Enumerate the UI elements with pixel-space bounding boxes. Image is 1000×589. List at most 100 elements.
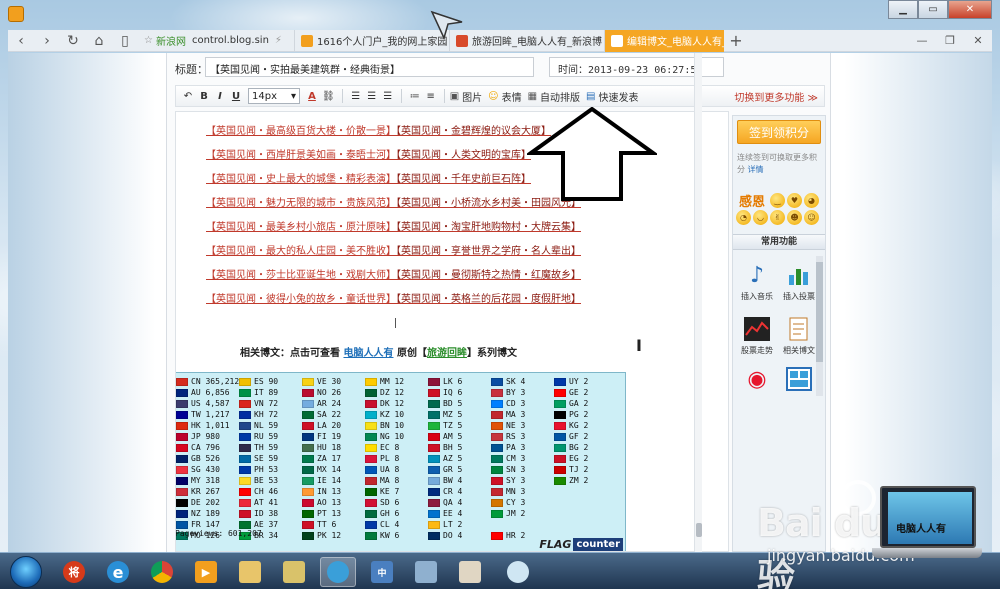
refresh-button[interactable]: ↻ bbox=[60, 30, 86, 52]
related-link-line[interactable]: 【英国见闻・莎士比亚诞生地・戏剧大师】【英国见闻・曼彻斯特之热情・红魔故乡】 bbox=[206, 266, 581, 281]
related-link[interactable]: 【英国见闻・人类文明的宝库】 bbox=[396, 150, 531, 161]
insert-vote-tool[interactable]: 插入投票 bbox=[777, 262, 821, 302]
underline-button[interactable]: U bbox=[228, 87, 244, 105]
related-link-line[interactable]: 【英国见闻・最美乡村小旅店・原汁原味】【英国见闻・淘宝肝地购物村・大牌云集】 bbox=[206, 218, 581, 233]
emoji-icon[interactable]: ☻ bbox=[787, 210, 802, 225]
tab-edit-blog[interactable]: 编辑博文_电脑人人有_新浪博 ✕ bbox=[603, 29, 724, 52]
emoji-icon[interactable]: ☺ bbox=[804, 210, 819, 225]
reader-button[interactable]: ▯ bbox=[112, 30, 138, 52]
ordered-list-icon[interactable]: ≔ bbox=[407, 87, 423, 105]
taskbar-paint-app[interactable] bbox=[452, 557, 488, 587]
bookmark-sina[interactable]: ☆ 新浪网 control.blog.sin ⚡ bbox=[138, 30, 294, 52]
related-posts-tool[interactable]: 相关博文 bbox=[777, 316, 821, 356]
related-link[interactable]: 【英国见闻・享誉世界之学府・名人辈出】 bbox=[396, 246, 581, 257]
related-link[interactable]: 【英国见闻・曼彻斯特之热情・红魔故乡】 bbox=[396, 270, 581, 281]
undo-icon[interactable]: ↶ bbox=[180, 87, 196, 105]
link-icon[interactable]: ⛓ bbox=[320, 87, 337, 105]
bold-button[interactable]: B bbox=[196, 87, 212, 105]
related-link[interactable]: 【英国见闻・史上最大的城堡・精彩表演】 bbox=[206, 174, 396, 185]
country-flag-icon bbox=[176, 454, 188, 463]
taskbar-360-app[interactable]: 将 bbox=[56, 557, 92, 587]
related-link-line[interactable]: 【英国见闻・魅力无限的城市・贵族风范】【英国见闻・小桥流水乡村美・田园风光】 bbox=[206, 194, 581, 209]
emoji-icon[interactable]: ♥ bbox=[787, 193, 802, 208]
related-link[interactable]: 【英国见闻・最高级百货大楼・价散一景】 bbox=[206, 126, 396, 137]
emoji-icon[interactable]: ◡ bbox=[753, 210, 768, 225]
emoji-icon[interactable]: ‿ bbox=[770, 193, 785, 208]
align-center-icon[interactable]: ☰ bbox=[364, 87, 380, 105]
related-link[interactable]: 【英国见闻・彼得小兔的故乡・童话世界】 bbox=[206, 294, 396, 305]
emoji-icon[interactable]: ✌ bbox=[770, 210, 785, 225]
taskbar-ie-app[interactable]: e bbox=[100, 557, 136, 587]
related-link-line[interactable]: 【英国见闻・西岸肝景美如画・泰晤士河】【英国见闻・人类文明的宝库】 bbox=[206, 146, 531, 161]
insert-music-tool[interactable]: ♪ 插入音乐 bbox=[735, 262, 779, 302]
related-link-line[interactable]: 【英国见闻・彼得小兔的故乡・童话世界】【英国见闻・英格兰的后花园・度假肝地】 bbox=[206, 290, 581, 305]
related-link-line[interactable]: 【英国见闻・史上最大的城堡・精彩表演】【英国见闻・千年史前巨石阵】 bbox=[206, 170, 531, 185]
related-link[interactable]: 【英国见闻・最大的私人庄园・美不胜收】 bbox=[206, 246, 396, 257]
emoji-icon[interactable]: ◔ bbox=[736, 210, 751, 225]
stock-trend-tool[interactable]: 股票走势 bbox=[735, 316, 779, 356]
country-flag-icon bbox=[365, 465, 377, 474]
thanks-emoji-icon[interactable]: 感恩 bbox=[736, 193, 768, 210]
emoji-icon[interactable]: ◕ bbox=[804, 193, 819, 208]
related-link[interactable]: 【英国见闻・莎士比亚诞生地・戏剧大师】 bbox=[206, 270, 396, 281]
align-left-icon[interactable]: ☰ bbox=[348, 87, 364, 105]
layout-tool[interactable] bbox=[777, 366, 821, 395]
minimize-button[interactable]: ▁ bbox=[888, 0, 918, 19]
country-flag-icon bbox=[491, 454, 503, 463]
related-link[interactable]: 【英国见闻・英格兰的后花园・度假肝地】 bbox=[396, 294, 581, 305]
country-flag-icon bbox=[239, 399, 251, 408]
back-button[interactable]: ‹ bbox=[8, 30, 34, 52]
minimize-icon[interactable]: — bbox=[908, 34, 936, 47]
autoformat-button[interactable]: ▦ 自动排版 bbox=[528, 89, 580, 104]
related-link-line[interactable]: 【英国见闻・最高级百货大楼・价散一景】【英国见闻・金碧辉煌的议会大厦】 bbox=[206, 122, 551, 137]
start-button[interactable] bbox=[10, 556, 42, 588]
sidebar-scroll-thumb[interactable] bbox=[816, 262, 823, 362]
taskbar-network-app[interactable] bbox=[500, 557, 536, 587]
related-link[interactable]: 【英国见闻・最美乡村小旅店・原汁原味】 bbox=[206, 222, 396, 233]
emoticon-button[interactable]: ☺ 表情 bbox=[488, 89, 521, 104]
sidebar-scrollbar[interactable] bbox=[816, 256, 823, 396]
related-link-line[interactable]: 【英国见闻・最大的私人庄园・美不胜收】【英国见闻・享誉世界之学府・名人辈出】 bbox=[206, 242, 581, 257]
maximize-button[interactable]: ▭ bbox=[918, 0, 948, 19]
related-link[interactable]: 【英国见闻・西岸肝景美如画・泰晤士河】 bbox=[206, 150, 396, 161]
flag-counter-widget[interactable]: CN 365,212 ES 90 VE 30 MM 12 LK 6 SK 4 UY 2 AU … bbox=[176, 372, 626, 551]
quick-post-button[interactable]: ▤ 快速发表 bbox=[586, 89, 638, 104]
content-scroll-thumb[interactable] bbox=[696, 523, 702, 537]
tool-label: 相关博文 bbox=[783, 346, 815, 355]
checkin-details-link[interactable]: 详情 bbox=[748, 165, 764, 174]
related-link[interactable]: 【英国见闻・淘宝肝地购物村・大牌云集】 bbox=[396, 222, 581, 233]
weibo-tool[interactable]: ◉ bbox=[735, 366, 779, 395]
restore-icon[interactable]: ❐ bbox=[936, 34, 964, 47]
taskbar-pinyin-app[interactable]: 中 bbox=[364, 557, 400, 587]
country-count: CA 796 bbox=[191, 443, 220, 452]
related-link[interactable]: 【英国见闻・千年史前巨石阵】 bbox=[396, 174, 531, 185]
new-tab-button[interactable]: + bbox=[724, 31, 748, 50]
tab-travel-blog[interactable]: 旅游回眸_电脑人人有_新浪博 bbox=[448, 29, 604, 52]
font-color-icon[interactable]: A bbox=[304, 87, 320, 105]
home-button[interactable]: ⌂ bbox=[86, 30, 112, 52]
insert-image-button[interactable]: ▣ 图片 bbox=[450, 89, 482, 104]
country-count: LT 2 bbox=[443, 520, 463, 529]
italic-button[interactable]: I bbox=[212, 87, 228, 105]
align-right-icon[interactable]: ☰ bbox=[380, 87, 396, 105]
taskbar-remote-app[interactable] bbox=[408, 557, 444, 587]
taskbar-explorer-app[interactable] bbox=[276, 557, 312, 587]
close-button[interactable]: ✕ bbox=[948, 0, 992, 19]
related-link[interactable]: 【英国见闻・魅力无限的城市・贵族风范】 bbox=[206, 198, 396, 209]
tab-1616[interactable]: 1616个人门户_我的网上家园 bbox=[293, 29, 449, 52]
taskbar-browser-app[interactable] bbox=[320, 557, 356, 587]
taskbar-chrome-app[interactable] bbox=[144, 557, 180, 587]
content-scrollbar[interactable] bbox=[694, 53, 702, 552]
title-input[interactable]: 【英国见闻・实拍最美建筑群・经典街景】 bbox=[205, 57, 534, 77]
taskbar-media-app[interactable]: ▶ bbox=[188, 557, 224, 587]
taskbar-folder-app[interactable] bbox=[232, 557, 268, 587]
series-link[interactable]: 旅游回眸 bbox=[427, 348, 467, 359]
blog-name-link[interactable]: 电脑人人有 bbox=[343, 348, 393, 359]
close-icon[interactable]: ✕ bbox=[964, 34, 992, 47]
font-size-select[interactable]: 14px ▾ bbox=[248, 88, 300, 104]
flag-counter-entry bbox=[554, 508, 617, 519]
checkin-button[interactable]: 签到领积分 bbox=[737, 120, 821, 144]
more-features-link[interactable]: 切换到更多功能 ≫ bbox=[734, 89, 824, 104]
bullet-list-icon[interactable]: ≡ bbox=[423, 87, 439, 105]
forward-button[interactable]: › bbox=[34, 30, 60, 52]
